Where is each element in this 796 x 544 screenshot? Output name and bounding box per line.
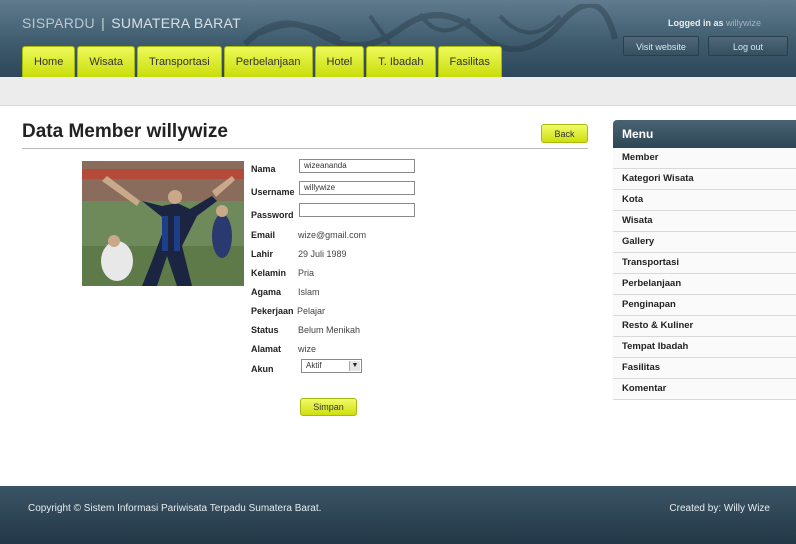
back-button[interactable]: Back [541,124,588,143]
sidebar-menu: Menu Member Kategori Wisata Kota Wisata … [613,120,796,400]
nav-tab-hotel[interactable]: Hotel [314,46,365,77]
logged-in-user[interactable]: willywize [726,18,761,28]
brand-separator: | [101,15,106,31]
brand-name: SISPARDU [22,15,95,31]
kelamin-value: Pria [298,268,315,278]
page-title: Data Member willywize [22,121,228,142]
username-input[interactable]: willywize [299,181,415,195]
footer-copyright: Copyright © Sistem Informasi Pariwisata … [28,503,322,514]
site-brand[interactable]: SISPARDU | SUMATERA BARAT [22,15,241,31]
nav-tab-transportasi[interactable]: Transportasi [136,46,222,77]
header: SISPARDU | SUMATERA BARAT Logged in as w… [0,0,796,77]
akun-select[interactable]: Aktif ▼ [301,359,362,373]
email-label: Email [251,230,276,240]
sidebar-item-transportasi[interactable]: Transportasi [613,253,796,274]
sidebar-item-komentar[interactable]: Komentar [613,379,796,400]
visit-website-button[interactable]: Visit website [623,36,699,56]
save-button[interactable]: Simpan [300,398,357,416]
status-value: Belum Menikah [298,325,361,335]
footer-credit: Created by: Willy Wize [669,503,770,514]
password-input[interactable] [299,203,415,217]
nav-tab-fasilitas[interactable]: Fasilitas [437,46,502,77]
nav-tab-home[interactable]: Home [22,46,76,77]
nav-tab-ibadah[interactable]: T. Ibadah [366,46,436,77]
lahir-value: 29 Juli 1989 [298,249,347,259]
agama-value: Islam [298,287,320,297]
status-label: Status [251,325,279,335]
email-value: wize@gmail.com [298,230,367,240]
chevron-down-icon[interactable]: ▼ [349,361,360,371]
alamat-label: Alamat [251,344,282,354]
member-photo [82,161,244,286]
sub-header-strip [0,77,796,106]
agama-label: Agama [251,287,282,297]
alamat-value: wize [298,344,317,354]
sidebar-item-fasilitas[interactable]: Fasilitas [613,358,796,379]
sidebar-item-member[interactable]: Member [613,148,796,169]
footer: Copyright © Sistem Informasi Pariwisata … [0,486,796,544]
akun-label: Akun [251,364,274,374]
sidebar-item-resto-kuliner[interactable]: Resto & Kuliner [613,316,796,337]
nama-input[interactable]: wizeananda [299,159,415,173]
sidebar-item-tempat-ibadah[interactable]: Tempat Ibadah [613,337,796,358]
sidebar-item-penginapan[interactable]: Penginapan [613,295,796,316]
logged-in-prefix: Logged in as [667,18,724,28]
nav-tab-wisata[interactable]: Wisata [77,46,135,77]
lahir-label: Lahir [251,249,274,259]
menu-title: Menu [613,120,796,148]
sidebar-item-kategori-wisata[interactable]: Kategori Wisata [613,169,796,190]
main-nav: Home Wisata Transportasi Perbelanjaan Ho… [22,46,504,77]
kelamin-label: Kelamin [251,268,287,278]
pekerjaan-label: Pekerjaan [251,306,294,316]
username-label: Username [251,187,295,197]
logged-in-info: Logged in as willywize [668,18,761,28]
password-label: Password [251,210,294,220]
sidebar-item-wisata[interactable]: Wisata [613,211,796,232]
pekerjaan-value: Pelajar [297,306,326,316]
title-divider [22,148,588,149]
akun-selected-value: Aktif [306,361,322,370]
sidebar-item-gallery[interactable]: Gallery [613,232,796,253]
brand-region: SUMATERA BARAT [111,15,241,31]
nav-tab-perbelanjaan[interactable]: Perbelanjaan [223,46,313,77]
logout-button[interactable]: Log out [708,36,788,56]
nama-label: Nama [251,164,276,174]
sidebar-item-kota[interactable]: Kota [613,190,796,211]
sidebar-item-perbelanjaan[interactable]: Perbelanjaan [613,274,796,295]
batik-ornament-icon [242,4,618,52]
